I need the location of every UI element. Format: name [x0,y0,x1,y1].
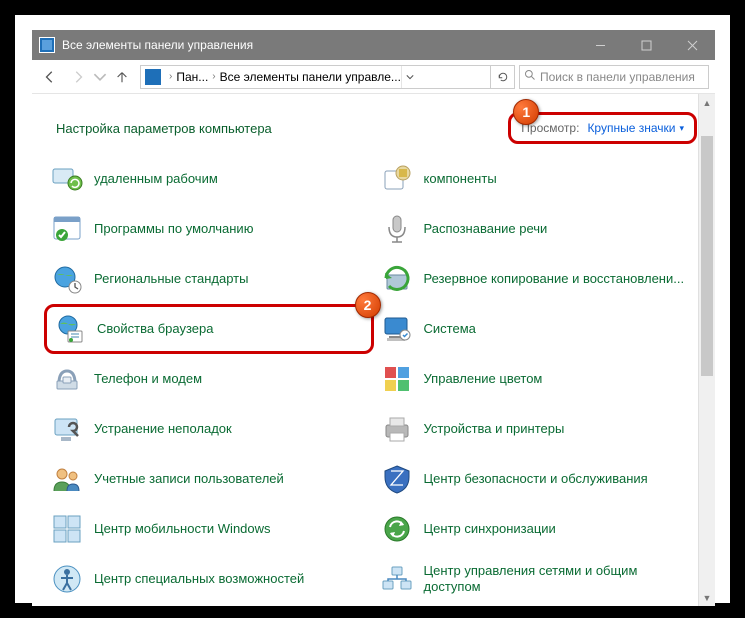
scroll-up-arrow[interactable]: ▲ [699,94,715,111]
breadcrumb-dropdown[interactable] [401,66,419,88]
item-label: Центр синхронизации [424,521,556,537]
item-label: Учетные записи пользователей [94,471,284,487]
mobility-center-icon [50,512,84,546]
refresh-button[interactable] [490,66,514,88]
control-panel-window: Все элементы панели управления › Пан... … [32,30,715,606]
screenshot-frame: Все элементы панели управления › Пан... … [12,12,733,606]
item-remote-desktop[interactable]: удаленным рабочим [44,154,374,204]
breadcrumb-segment[interactable]: Пан... [176,70,208,84]
item-backup-restore[interactable]: Резервное копирование и восстановлени... [374,254,704,304]
column-left: удаленным рабочим Программы по умолчанию… [44,154,374,604]
item-label: Телефон и модем [94,371,202,387]
item-label: Центр управления сетями и общим доступом [424,563,698,596]
ease-of-access-icon [50,562,84,596]
item-default-programs[interactable]: Программы по умолчанию [44,204,374,254]
item-ease-of-access[interactable]: Центр специальных возможностей [44,554,374,604]
item-network-sharing[interactable]: Центр управления сетями и общим доступом [374,554,704,604]
item-label: Управление цветом [424,371,543,387]
search-input[interactable]: Поиск в панели управления [519,65,709,89]
security-maintenance-icon [380,462,414,496]
item-label: Распознавание речи [424,221,548,237]
speech-recognition-icon [380,212,414,246]
window-title: Все элементы панели управления [62,38,577,52]
chevron-right-icon[interactable]: › [165,71,176,82]
close-button[interactable] [669,30,715,60]
backup-restore-icon [380,262,414,296]
item-mobility-center[interactable]: Центр мобильности Windows [44,504,374,554]
breadcrumb-segment[interactable]: Все элементы панели управле... [220,70,401,84]
item-label: компоненты [424,171,497,187]
item-label: Резервное копирование и восстановлени... [424,271,685,287]
item-troubleshooting[interactable]: Устранение неполадок [44,404,374,454]
color-management-icon [380,362,414,396]
components-icon [380,162,414,196]
item-sync-center[interactable]: Центр синхронизации [374,504,704,554]
forward-button[interactable] [64,63,92,91]
control-panel-icon [39,37,55,53]
page-title: Настройка параметров компьютера [56,121,272,136]
item-speech-recognition[interactable]: Распознавание речи [374,204,704,254]
item-security-maintenance[interactable]: Центр безопасности и обслуживания [374,454,704,504]
column-right: компоненты Распознавание речи Резервное … [374,154,704,604]
item-user-accounts[interactable]: Учетные записи пользователей [44,454,374,504]
chevron-right-icon[interactable]: › [208,71,219,82]
item-internet-options[interactable]: 2 Свойства браузера [44,304,374,354]
history-dropdown[interactable] [92,63,108,91]
troubleshooting-icon [50,412,84,446]
item-components[interactable]: компоненты [374,154,704,204]
devices-printers-icon [380,412,414,446]
item-label: Центр мобильности Windows [94,521,271,537]
remote-desktop-icon [50,162,84,196]
up-button[interactable] [108,63,136,91]
item-label: Центр специальных возможностей [94,571,304,587]
item-phone-modem[interactable]: Телефон и модем [44,354,374,404]
item-label: Свойства браузера [97,321,213,337]
back-button[interactable] [36,63,64,91]
control-panel-icon [145,69,161,85]
region-icon [50,262,84,296]
search-placeholder: Поиск в панели управления [540,70,695,84]
page-header: Настройка параметров компьютера 1 Просмо… [32,94,715,154]
item-region[interactable]: Региональные стандарты [44,254,374,304]
navigation-bar: › Пан... › Все элементы панели управле..… [32,60,715,94]
item-label: Региональные стандарты [94,271,248,287]
items-grid: удаленным рабочим Программы по умолчанию… [32,154,715,604]
sync-center-icon [380,512,414,546]
phone-modem-icon [50,362,84,396]
item-label: удаленным рабочим [94,171,218,187]
item-label: Устройства и принтеры [424,421,565,437]
item-system[interactable]: Система [374,304,704,354]
minimize-button[interactable] [577,30,623,60]
search-icon [524,69,536,84]
user-accounts-icon [50,462,84,496]
item-label: Система [424,321,476,337]
default-programs-icon [50,212,84,246]
item-label: Центр безопасности и обслуживания [424,471,648,487]
system-icon [380,312,414,346]
breadcrumb[interactable]: › Пан... › Все элементы панели управле..… [140,65,515,89]
titlebar: Все элементы панели управления [32,30,715,60]
view-by-dropdown[interactable]: 1 Просмотр: Крупные значки ▾ [508,112,697,144]
item-devices-printers[interactable]: Устройства и принтеры [374,404,704,454]
chevron-down-icon: ▾ [679,123,684,134]
view-by-value[interactable]: Крупные значки [587,121,675,135]
item-label: Программы по умолчанию [94,221,253,237]
maximize-button[interactable] [623,30,669,60]
network-sharing-icon [380,562,414,596]
internet-options-icon [53,312,87,346]
item-color-management[interactable]: Управление цветом [374,354,704,404]
item-label: Устранение неполадок [94,421,232,437]
